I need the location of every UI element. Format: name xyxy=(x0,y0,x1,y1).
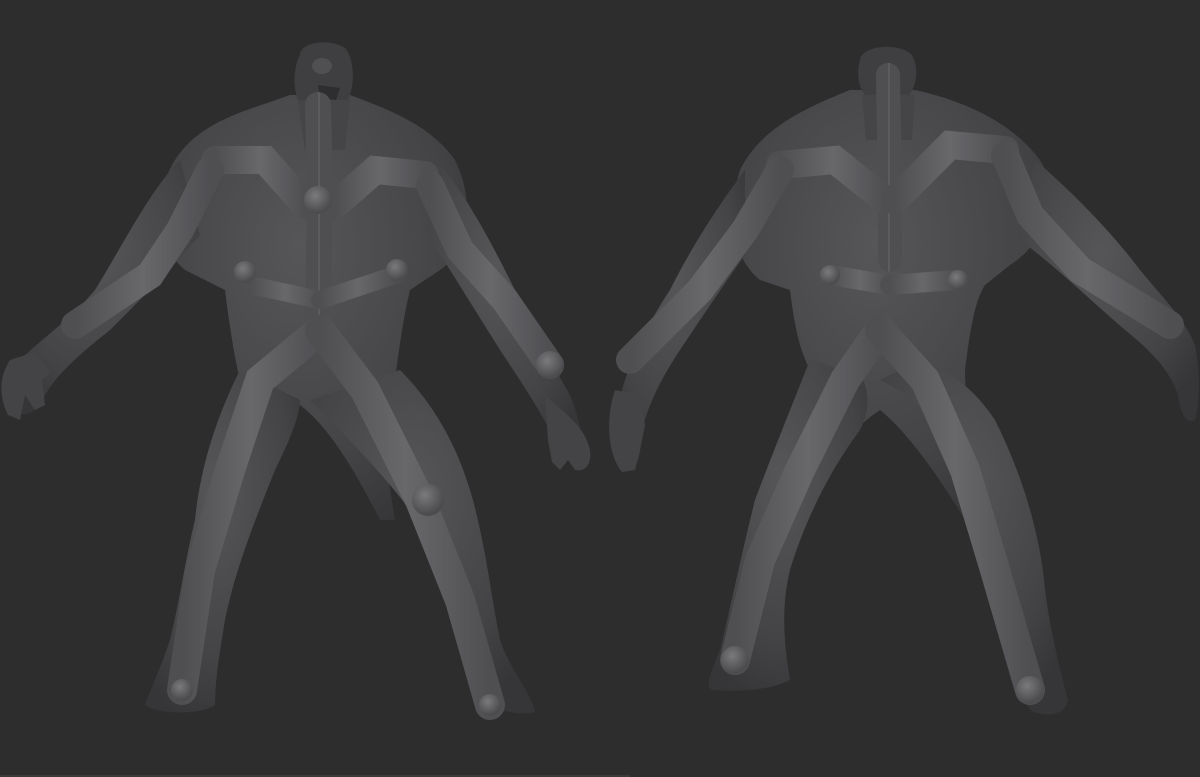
front-nose xyxy=(312,58,332,74)
creature-back-view[interactable] xyxy=(609,46,1199,715)
sculpt-viewport[interactable] xyxy=(0,0,1200,777)
back-left-hand xyxy=(609,390,645,472)
sculpt-canvas[interactable] xyxy=(0,0,1200,777)
creature-front-view[interactable] xyxy=(1,42,591,720)
